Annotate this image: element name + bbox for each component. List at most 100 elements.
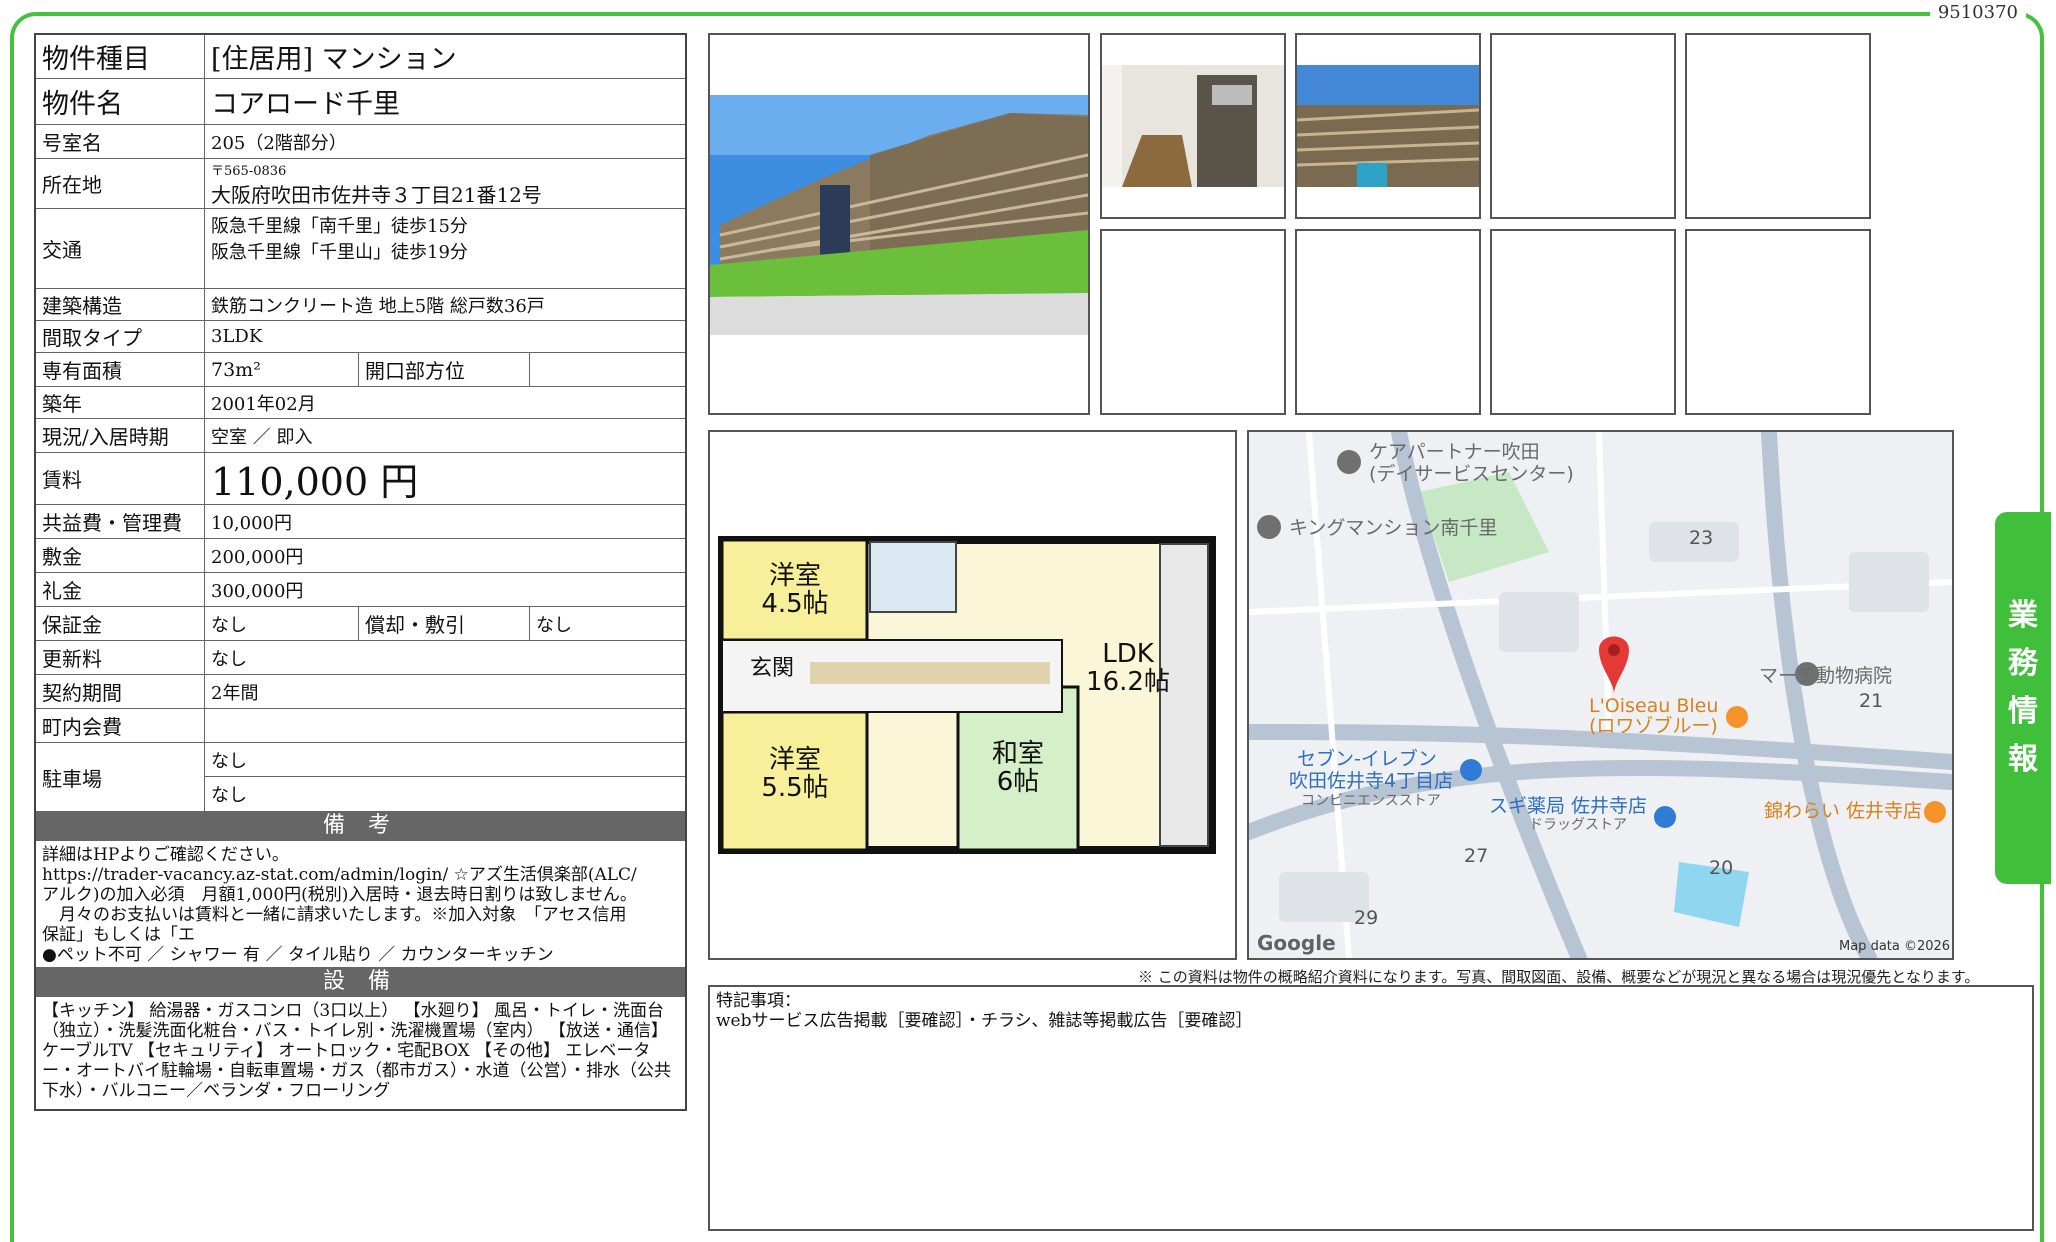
remarks-text: 詳細はHPよりご確認ください。 https://trader-vacancy.a…: [36, 841, 685, 967]
thumbnail-2[interactable]: [1295, 33, 1481, 219]
access-line: 阪急千里線「南千里」徒歩15分: [211, 216, 468, 237]
remarks-line: 保証」もしくは「エ: [42, 925, 195, 945]
row-address: 所在地 〒565-0836 大阪府吹田市佐井寺３丁目21番12号: [36, 159, 685, 209]
label: 償却・敷引: [359, 607, 530, 640]
value: なし: [536, 614, 572, 636]
floor-plan-drawing: 洋室 4.5帖 玄関 洋室 5.5帖 和室 6帖 LDK 16.2帖: [718, 536, 1216, 854]
row-built: 築年 2001年02月: [36, 387, 685, 419]
label: 更新料: [36, 641, 205, 674]
tab-char: 務: [2008, 646, 2038, 681]
row-renewal: 更新料 なし: [36, 641, 685, 675]
map-poi-label: ケアパートナー吹田: [1369, 441, 1540, 463]
postal-code: 〒565-0836: [211, 163, 287, 179]
thumbnail-1[interactable]: [1100, 33, 1286, 219]
thumbnail-3[interactable]: [1490, 33, 1676, 219]
room1-label: 洋室: [769, 561, 821, 591]
value: 200,000円: [211, 546, 304, 568]
value: [205, 709, 685, 742]
label: 賃料: [36, 453, 205, 504]
tab-char: 情: [2008, 694, 2038, 729]
map-block-number: 27: [1464, 845, 1488, 867]
label: 所在地: [36, 159, 205, 208]
tab-char: 業: [2008, 598, 2038, 633]
label: 町内会費: [36, 709, 205, 742]
thumbnail-4[interactable]: [1685, 33, 1871, 219]
value: なし: [205, 607, 359, 640]
special-notes-text: webサービス広告掲載［要確認］・チラシ、雑誌等掲載広告［要確認］: [716, 1011, 1253, 1031]
row-type: 物件種目 [住居用] マンション: [36, 35, 685, 79]
map-poi-label: スギ薬局 佐井寺店: [1489, 795, 1647, 817]
property-info-table: 物件種目 [住居用] マンション 物件名 コアロード千里 号室名 205（2階部…: [34, 33, 687, 1111]
value: なし: [211, 785, 247, 806]
row-deposit: 敷金 200,000円: [36, 539, 685, 573]
value: なし: [211, 648, 247, 670]
map-drawing: ケアパートナー吹田 (デイサービスセンター) キングマンション南千里 マーチ動物…: [1249, 432, 1952, 958]
remarks-line: https://trader-vacancy.az-stat.com/admin…: [42, 865, 637, 885]
map-block-number: 21: [1859, 690, 1883, 712]
rent-value: 110,000 円: [211, 460, 419, 504]
address: 大阪府吹田市佐井寺３丁目21番12号: [211, 182, 542, 207]
label: 契約期間: [36, 675, 205, 708]
floor-plan[interactable]: 洋室 4.5帖 玄関 洋室 5.5帖 和室 6帖 LDK 16.2帖: [708, 430, 1237, 960]
remarks-line: ●ペット不可 ／ シャワー 有 ／ タイル貼り ／ カウンターキッチン: [42, 945, 554, 965]
main-photo[interactable]: [708, 33, 1090, 415]
room1-size: 4.5帖: [761, 589, 828, 619]
thumbnail-6[interactable]: [1295, 229, 1481, 415]
label: 交通: [36, 209, 205, 288]
value: 2001年02月: [211, 393, 316, 415]
row-guarantee: 保証金 なし 償却・敷引 なし: [36, 607, 685, 641]
room2-label: 洋室: [769, 745, 821, 775]
label: 駐車場: [36, 743, 205, 811]
label: 号室名: [36, 125, 205, 158]
value: コアロード千里: [211, 89, 400, 120]
equipment-text: 【キッチン】 給湯器・ガスコンロ（3口以上） 【水廻り】 風呂・トイレ・洗面台（…: [42, 1001, 671, 1101]
thumbnail-5[interactable]: [1100, 229, 1286, 415]
label: 保証金: [36, 607, 205, 640]
map-attribution: Map data ©2026: [1839, 939, 1950, 954]
row-structure: 建築構造 鉄筋コンクリート造 地上5階 総戸数36戸: [36, 289, 685, 321]
value: なし: [205, 743, 685, 777]
label: 敷金: [36, 539, 205, 572]
remarks-line: 月々のお支払いは賃料と一緒に請求いたします。※加入対象 「アセス信用: [42, 905, 627, 925]
map-poi-label: (ロワゾブルー): [1589, 714, 1718, 737]
value: 2年間: [211, 682, 259, 704]
remarks-header: 備 考: [36, 811, 685, 841]
ldk-label: LDK: [1102, 639, 1155, 669]
building-photo: [710, 35, 1088, 413]
row-area: 専有面積 73m² 開口部方位: [36, 353, 685, 387]
value: 10,000円: [211, 512, 292, 534]
room3-size: 6帖: [997, 767, 1040, 797]
row-name: 物件名 コアロード千里: [36, 79, 685, 125]
map-poi-label: マーチ動物病院: [1759, 665, 1892, 687]
row-status: 現況/入居時期 空室 ／ 即入: [36, 419, 685, 453]
row-layout: 間取タイプ 3LDK: [36, 321, 685, 353]
ldk-size: 16.2帖: [1086, 667, 1170, 697]
value: [住居用] マンション: [211, 44, 457, 75]
map-poi-label: セブン-イレブン: [1297, 747, 1437, 770]
map-poi-label: 吹田佐井寺4丁目店: [1289, 770, 1453, 792]
row-keymoney: 礼金 300,000円: [36, 573, 685, 607]
room3-label: 和室: [992, 739, 1044, 769]
equipment-header: 設 備: [36, 967, 685, 997]
map-poi-label: L'Oiseau Bleu: [1589, 695, 1718, 717]
thumbnail-8[interactable]: [1685, 229, 1871, 415]
location-map[interactable]: ケアパートナー吹田 (デイサービスセンター) キングマンション南千里 マーチ動物…: [1247, 430, 1954, 960]
entry-label: 玄関: [750, 656, 794, 681]
label: 専有面積: [36, 353, 205, 386]
label: 共益費・管理費: [36, 505, 205, 538]
label: 開口部方位: [359, 353, 530, 386]
special-notes-title: 特記事項：: [716, 991, 801, 1011]
room2-size: 5.5帖: [761, 773, 828, 803]
special-notes-box: 特記事項： webサービス広告掲載［要確認］・チラシ、雑誌等掲載広告［要確認］: [708, 985, 2034, 1231]
label: 間取タイプ: [36, 321, 205, 352]
map-block-number: 20: [1709, 857, 1733, 879]
thumbnail-7[interactable]: [1490, 229, 1676, 415]
value: 鉄筋コンクリート造 地上5階 総戸数36戸: [211, 295, 545, 317]
map-poi-label: コンビニエンスストア: [1301, 793, 1441, 809]
google-logo: Google: [1257, 931, 1336, 955]
label: 礼金: [36, 573, 205, 606]
map-block-number: 29: [1354, 907, 1378, 929]
row-room: 号室名 205（2階部分）: [36, 125, 685, 159]
business-info-tab[interactable]: 業 務 情 報: [1995, 512, 2051, 884]
value: 205（2階部分）: [211, 132, 347, 154]
